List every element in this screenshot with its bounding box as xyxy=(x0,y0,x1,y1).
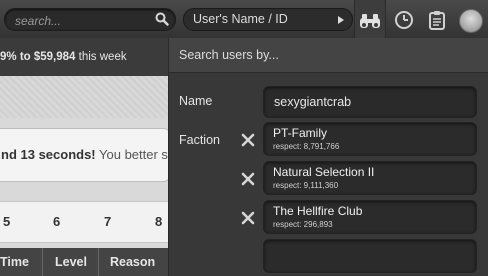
search-icon[interactable] xyxy=(155,12,169,26)
page-link[interactable]: 8 xyxy=(155,202,162,242)
faction-name: The Hellfire Club xyxy=(273,204,363,218)
clipboard-icon[interactable] xyxy=(426,9,448,31)
name-field[interactable]: sexygiantcrab xyxy=(263,86,477,118)
table-header: Time Level Reason xyxy=(0,248,168,276)
faction-name: Natural Selection II xyxy=(273,165,375,179)
binoculars-icon xyxy=(360,14,380,28)
column-reason[interactable]: Reason xyxy=(110,248,155,276)
ticker-prefix: 9% to xyxy=(0,51,34,63)
page-link[interactable]: 7 xyxy=(104,202,111,242)
faction-respect: respect: 296,893 xyxy=(273,220,333,229)
faction-respect: respect: 9,111,360 xyxy=(273,181,339,190)
decorative-stripe xyxy=(0,76,168,118)
column-divider xyxy=(98,248,99,276)
faction-item[interactable]: PT-Family respect: 8,791,766 xyxy=(263,122,477,156)
ticker-amount: $59,984 xyxy=(33,51,76,63)
stats-ticker: 9% to $59,984 this week xyxy=(0,38,168,76)
column-level[interactable]: Level xyxy=(55,248,87,276)
remove-faction-icon[interactable] xyxy=(241,211,255,225)
faction-name: PT-Family xyxy=(273,126,327,140)
clock-icon[interactable] xyxy=(393,9,415,31)
faction-item[interactable]: The Hellfire Club respect: 296,893 xyxy=(263,200,477,234)
notice-bold: nd 13 seconds! xyxy=(1,147,96,162)
page-link[interactable]: 5 xyxy=(3,202,10,242)
faction-item[interactable]: Natural Selection II respect: 9,111,360 xyxy=(263,161,477,195)
search-input[interactable] xyxy=(13,11,157,30)
advanced-search-tab[interactable] xyxy=(354,0,386,38)
ticker-suffix: this week xyxy=(75,51,127,63)
remove-faction-icon[interactable] xyxy=(241,172,255,186)
user-select-label: User's Name / ID xyxy=(193,12,288,26)
faction-respect: respect: 8,791,766 xyxy=(273,142,340,151)
notice-text: You better s xyxy=(95,147,168,162)
pagination: 5 6 7 8 xyxy=(0,201,168,243)
column-divider xyxy=(42,248,43,276)
column-time[interactable]: Time xyxy=(0,248,29,276)
search-box[interactable] xyxy=(4,8,176,31)
user-search-panel: Search users by... Name sexygiantcrab Fa… xyxy=(168,38,488,276)
avatar[interactable] xyxy=(459,9,483,33)
panel-header: Search users by... xyxy=(169,38,488,73)
faction-input[interactable] xyxy=(263,239,477,273)
chevron-right-icon xyxy=(338,16,344,24)
top-bar: User's Name / ID xyxy=(0,0,488,39)
faction-label: Faction xyxy=(179,133,220,147)
remove-faction-icon[interactable] xyxy=(241,133,255,147)
name-label: Name xyxy=(179,94,213,108)
user-search-type-select[interactable]: User's Name / ID xyxy=(183,8,353,31)
page-link[interactable]: 6 xyxy=(53,202,60,242)
name-value: sexygiantcrab xyxy=(274,95,352,109)
notice-box: nd 13 seconds! You better s xyxy=(0,128,170,182)
